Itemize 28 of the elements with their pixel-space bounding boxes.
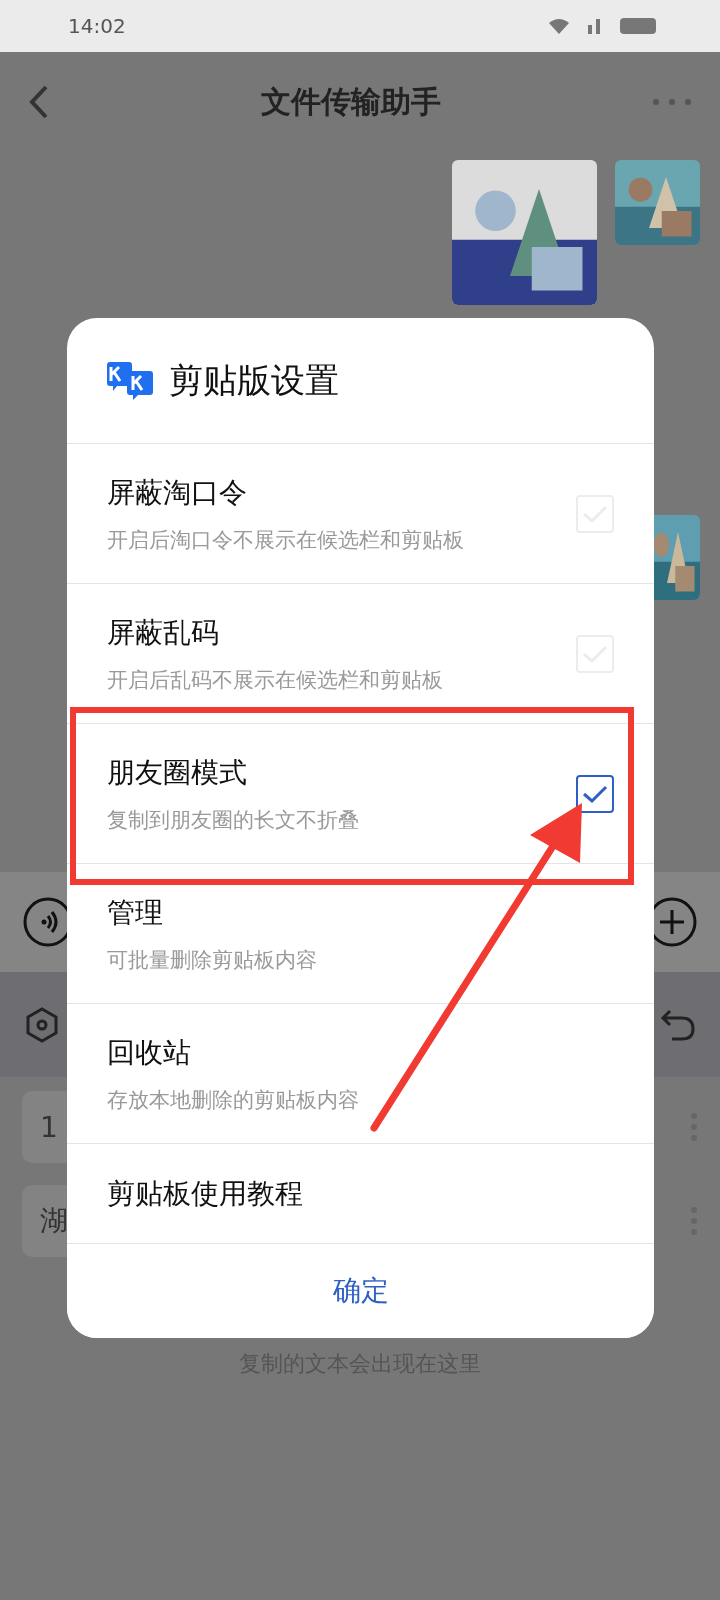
option-title: 屏蔽淘口令 [107, 474, 248, 511]
option-title: 管理 [107, 894, 164, 931]
clipboard-text: 1 [40, 1110, 58, 1144]
option-title: 屏蔽乱码 [107, 614, 220, 651]
settings-option[interactable]: 屏蔽乱码 开启后乱码不展示在候选栏和剪贴板 [67, 584, 654, 724]
battery-icon [620, 18, 656, 34]
settings-icon[interactable] [24, 1006, 60, 1043]
option-title: 剪贴板使用教程 [107, 1175, 303, 1212]
option-subtitle: 可批量删除剪贴板内容 [107, 946, 317, 974]
more-icon[interactable] [652, 98, 692, 106]
app-logo-icon [105, 360, 155, 401]
option-title: 回收站 [107, 1034, 192, 1071]
dialog-title: 剪贴版设置 [169, 358, 339, 402]
option-subtitle: 复制到朋友圈的长文不折叠 [107, 806, 359, 834]
settings-option[interactable]: 屏蔽淘口令 开启后淘口令不展示在候选栏和剪贴板 [67, 444, 654, 584]
check-icon [582, 783, 608, 804]
signal-icon [588, 18, 602, 34]
option-subtitle: 存放本地删除的剪贴板内容 [107, 1086, 359, 1114]
clipboard-text: 湖 [40, 1203, 68, 1239]
settings-option[interactable]: 回收站 存放本地删除的剪贴板内容 [67, 1004, 654, 1144]
wifi-icon [548, 17, 570, 35]
back-icon[interactable] [28, 84, 50, 120]
settings-option[interactable]: 管理 可批量删除剪贴板内容 [67, 864, 654, 1004]
option-subtitle: 开启后淘口令不展示在候选栏和剪贴板 [107, 526, 464, 554]
chat-title: 文件传输助手 [261, 82, 441, 121]
option-subtitle: 开启后乱码不展示在候选栏和剪贴板 [107, 666, 443, 694]
status-time: 14:02 [68, 14, 126, 38]
option-title: 朋友圈模式 [107, 754, 248, 791]
